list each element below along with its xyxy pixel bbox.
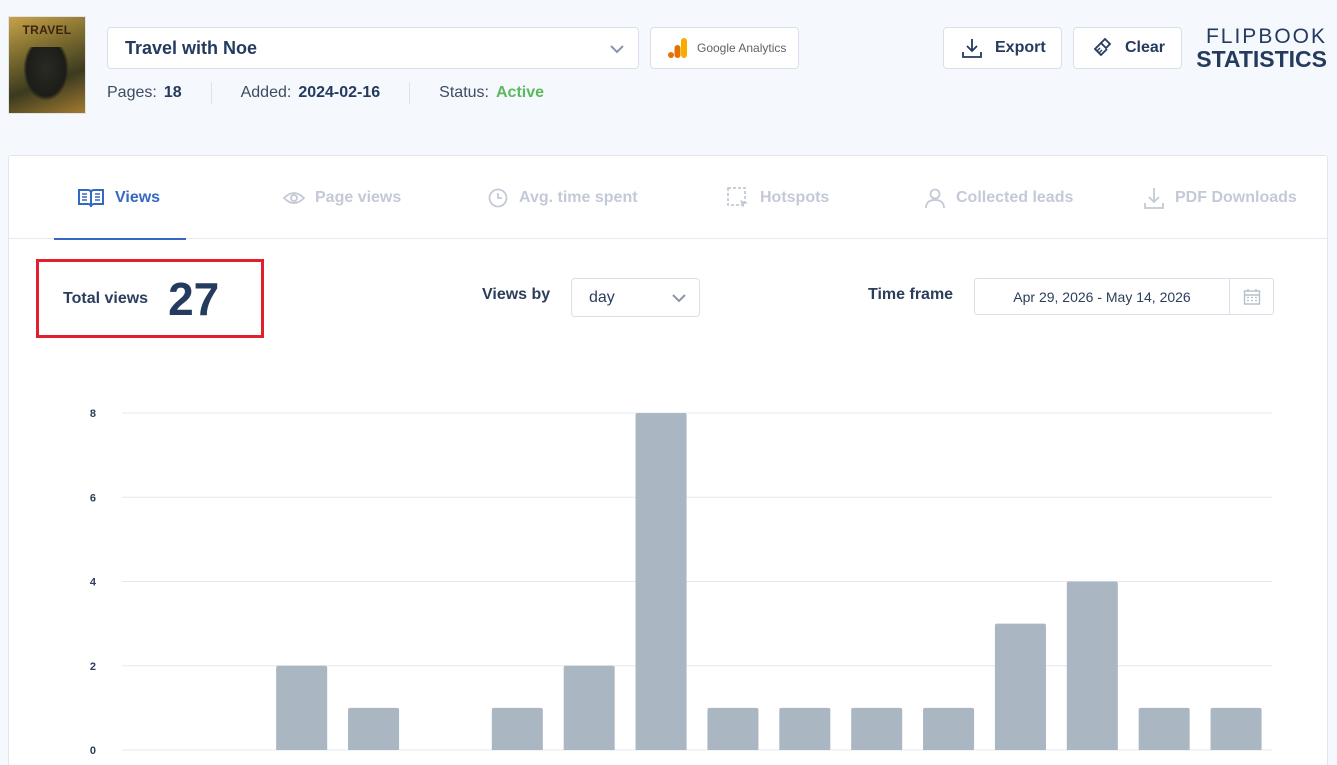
clear-label: Clear xyxy=(1125,39,1166,56)
brand-line1: FLIPBOOK xyxy=(1205,25,1327,48)
chart-bar[interactable] xyxy=(994,623,1046,750)
google-analytics-label: Google Analytics xyxy=(697,41,787,55)
y-tick-label: 2 xyxy=(90,661,96,673)
google-analytics-button[interactable]: Google Analytics xyxy=(650,27,799,69)
chart-bar[interactable] xyxy=(1210,707,1262,750)
flipbook-name: Travel with Noe xyxy=(125,37,258,58)
chart-bar[interactable] xyxy=(276,665,328,750)
chart-bar[interactable] xyxy=(1138,707,1190,750)
brand-logo: FLIPBOOK STATISTICS xyxy=(1196,26,1327,71)
divider xyxy=(210,82,212,104)
divider xyxy=(409,82,411,104)
y-tick-label: 6 xyxy=(90,492,96,504)
cover-title: TRAVEL xyxy=(22,23,72,37)
clear-button[interactable]: Clear xyxy=(1073,27,1182,69)
chart-bar[interactable] xyxy=(635,413,687,750)
y-tick-label: 8 xyxy=(90,408,96,420)
chart-bar[interactable] xyxy=(1066,581,1118,751)
added-date: 2024-02-16 xyxy=(298,84,381,101)
flipbook-meta: Pages: 18 Added: 2024-02-16 Status: Acti… xyxy=(107,82,544,104)
y-tick-label: 4 xyxy=(90,577,97,589)
chart-bar[interactable] xyxy=(563,665,615,750)
statistics-card: Views Page views Avg. time spent Hotspot… xyxy=(8,155,1328,765)
y-tick-label: 0 xyxy=(90,745,96,757)
broom-icon xyxy=(1093,37,1112,57)
chart-bar[interactable] xyxy=(707,707,759,750)
chart-bar[interactable] xyxy=(491,707,543,750)
brand-line2: STATISTICS xyxy=(1196,46,1327,72)
chart-bar[interactable] xyxy=(348,707,400,750)
download-icon xyxy=(962,39,982,58)
export-label: Export xyxy=(995,39,1046,56)
flipbook-selector[interactable]: Travel with Noe xyxy=(107,27,639,69)
pages-label: Pages: xyxy=(107,84,157,101)
cover-image xyxy=(23,47,69,101)
added-label: Added: xyxy=(240,84,292,101)
chevron-down-icon xyxy=(610,45,624,54)
google-analytics-icon xyxy=(668,38,687,58)
pages-count: 18 xyxy=(163,84,182,101)
chart-bar[interactable] xyxy=(923,707,975,750)
status-label: Status: xyxy=(439,84,489,101)
chart-bar[interactable] xyxy=(779,707,831,750)
chart-bar[interactable] xyxy=(851,707,903,750)
views-bar-chart: 0 2 4 6 8 xyxy=(90,408,1272,757)
export-button[interactable]: Export xyxy=(943,27,1062,69)
flipbook-thumbnail: TRAVEL xyxy=(8,16,86,114)
status-badge: Active xyxy=(495,84,545,101)
